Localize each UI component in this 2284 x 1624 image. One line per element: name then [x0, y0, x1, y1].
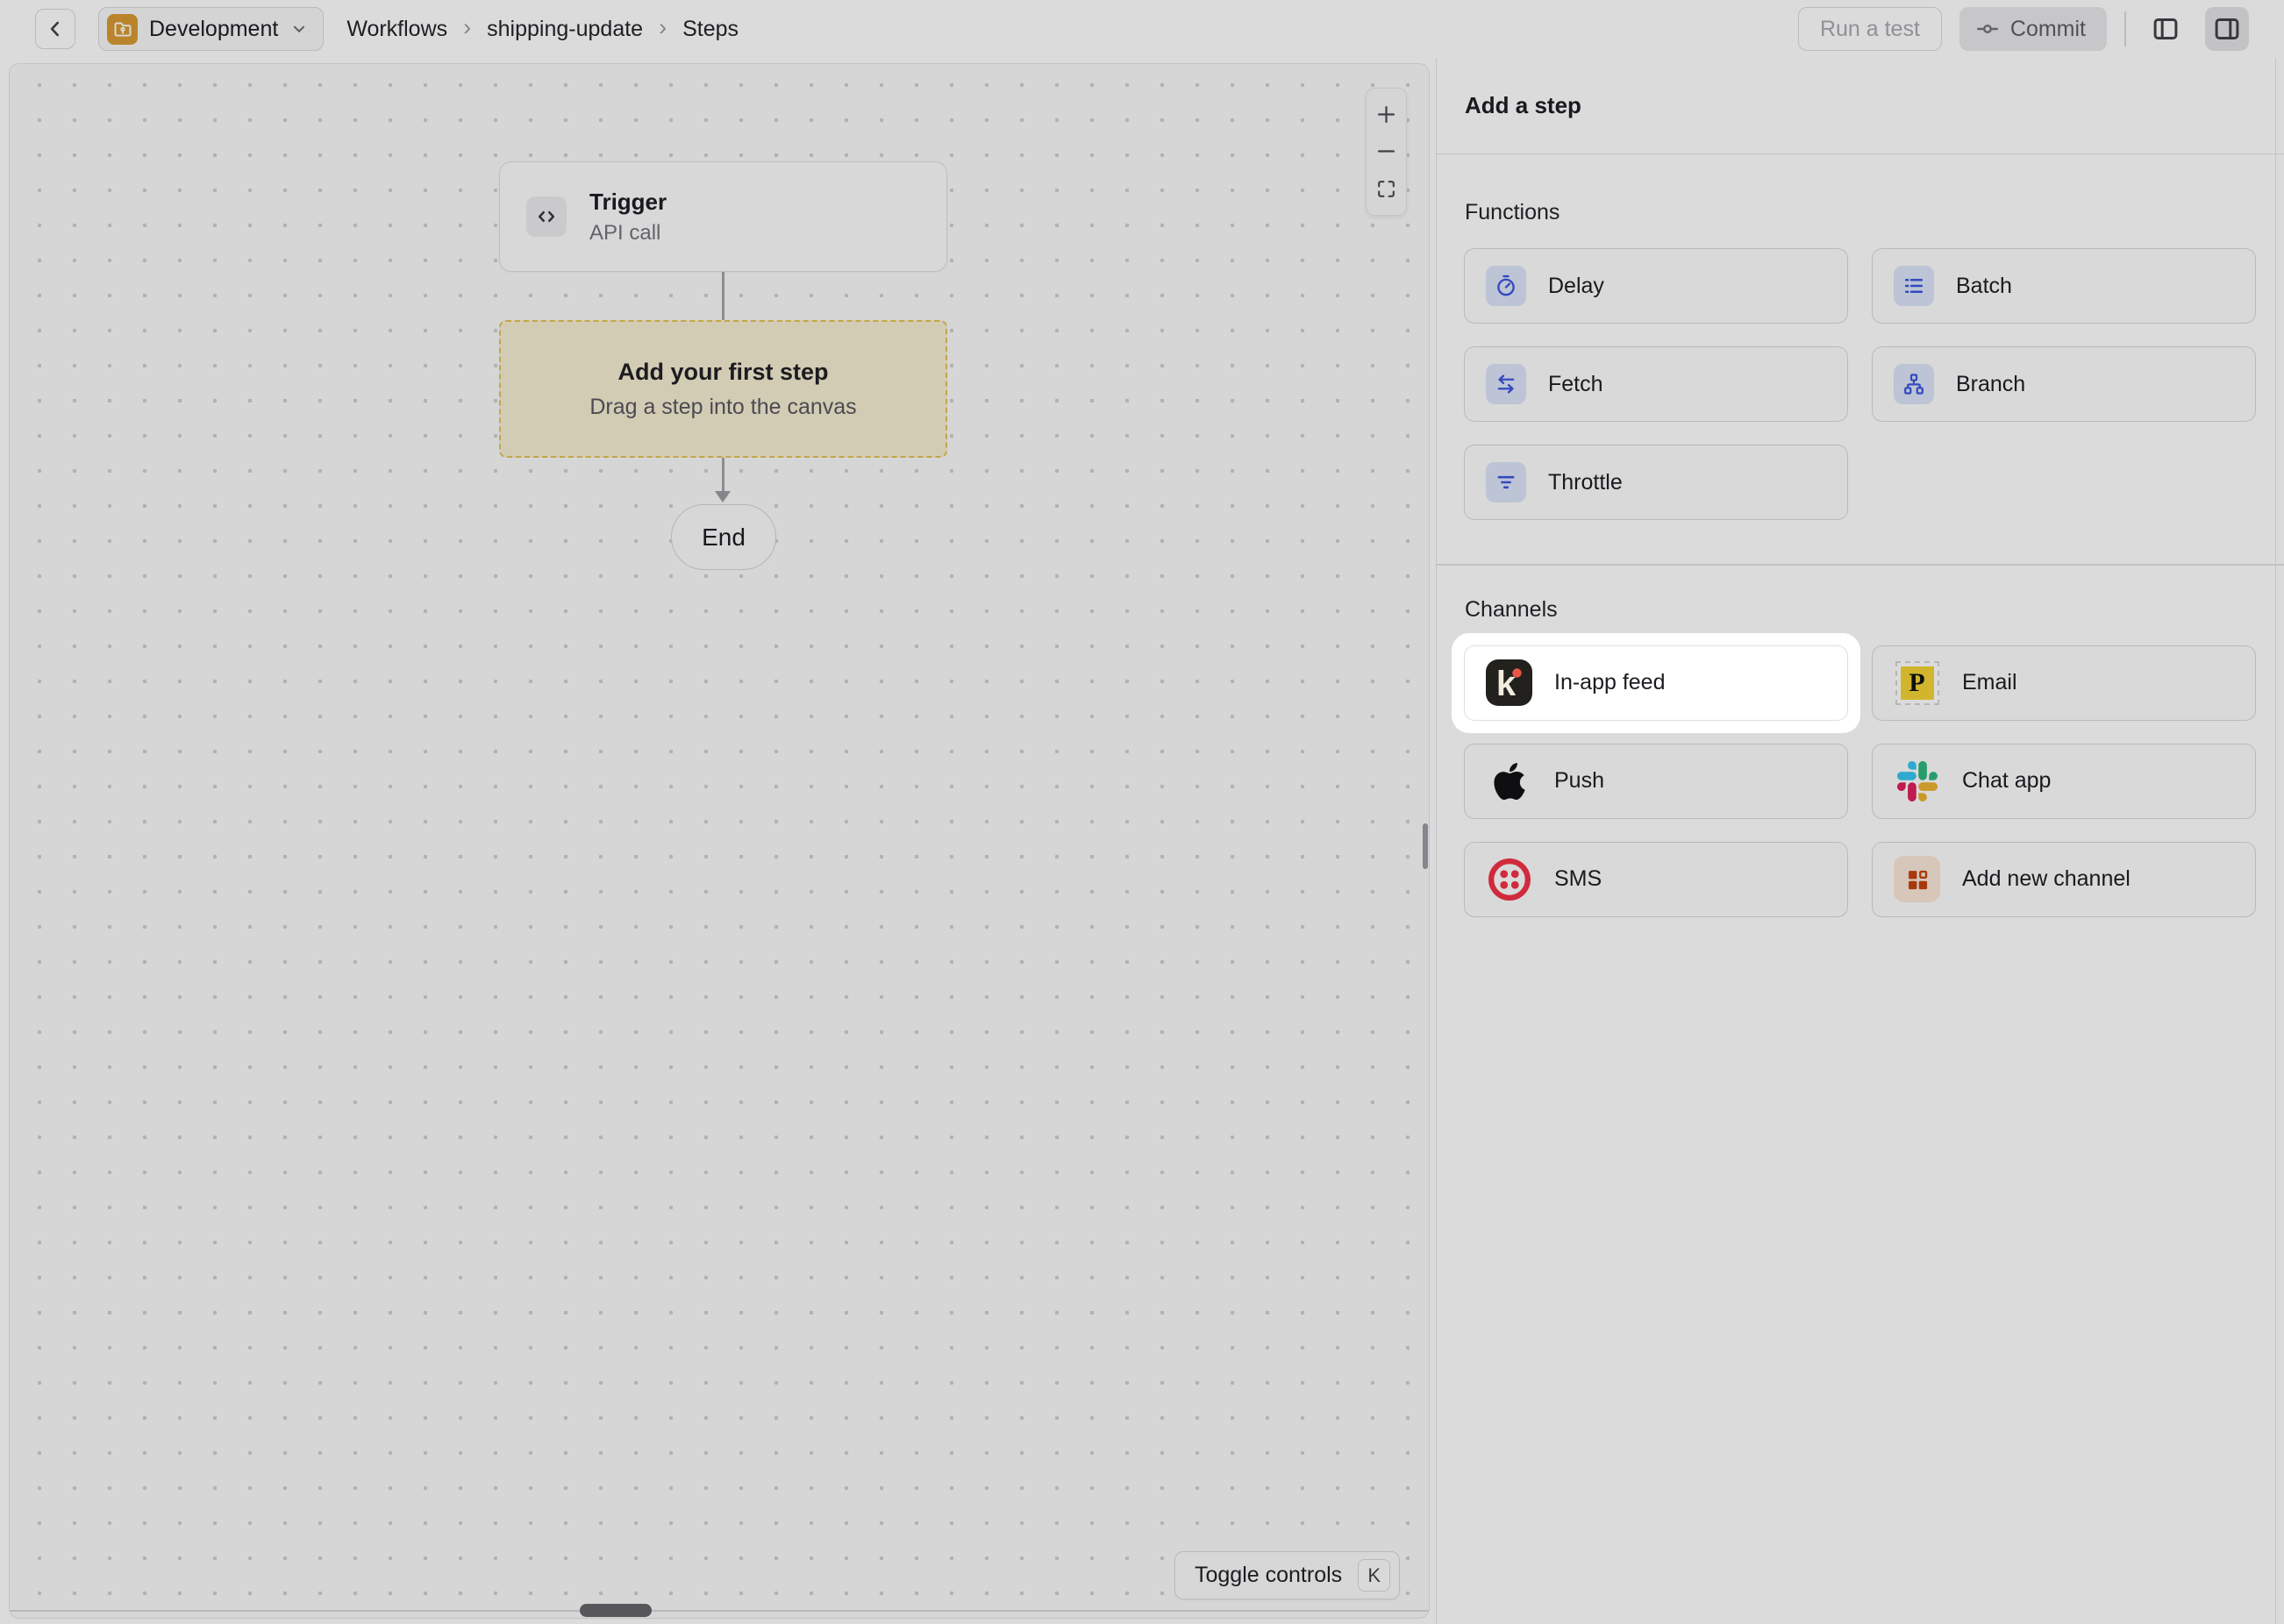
hierarchy-icon — [1894, 364, 1934, 404]
slack-logo-icon — [1894, 758, 1940, 804]
panel-header: Add a step — [1437, 58, 2284, 154]
twilio-logo-icon — [1486, 856, 1532, 902]
dropzone-title: Add your first step — [617, 359, 828, 386]
environment-label: Development — [149, 17, 278, 42]
zoom-in-button[interactable] — [1369, 96, 1404, 132]
toggle-controls-label: Toggle controls — [1195, 1563, 1342, 1588]
function-card-branch[interactable]: Branch — [1872, 346, 2256, 422]
channel-card-in-app-feed[interactable]: k In-app feed — [1464, 645, 1848, 721]
swap-arrows-icon — [1486, 364, 1526, 404]
zoom-controls — [1366, 88, 1407, 216]
horizontal-scrollbar-thumb[interactable] — [580, 1604, 652, 1617]
edge-connector — [722, 458, 724, 495]
section-divider — [1437, 564, 2284, 566]
add-grid-icon — [1894, 856, 1940, 902]
top-bar: Development Workflows › shipping-update … — [0, 0, 2284, 58]
keyboard-shortcut-badge: K — [1358, 1559, 1390, 1592]
function-card-label: Batch — [1956, 274, 2012, 299]
breadcrumb-separator: › — [659, 14, 667, 41]
toggle-controls-button[interactable]: Toggle controls K — [1174, 1551, 1400, 1599]
environment-selector[interactable]: Development — [98, 7, 324, 51]
channel-card-push[interactable]: Push — [1464, 744, 1848, 819]
maximize-icon — [1375, 178, 1397, 200]
trigger-node-title: Trigger — [589, 189, 667, 216]
channel-card-label: SMS — [1554, 866, 1602, 892]
panel-scrollbar-gutter — [2275, 58, 2277, 1624]
panel-title: Add a step — [1465, 92, 1581, 119]
end-node[interactable]: End — [671, 504, 776, 570]
channel-card-label: Push — [1554, 768, 1604, 794]
function-card-fetch[interactable]: Fetch — [1464, 346, 1848, 422]
horizontal-scrollbar-track — [10, 1610, 1429, 1612]
breadcrumb-separator: › — [463, 14, 471, 41]
git-commit-icon — [1975, 17, 2000, 41]
breadcrumb-steps[interactable]: Steps — [682, 17, 739, 42]
channel-card-add-new[interactable]: Add new channel — [1872, 842, 2256, 917]
environment-folder-icon — [107, 14, 138, 45]
plus-icon — [1374, 103, 1398, 126]
minus-icon — [1374, 139, 1398, 163]
knock-logo-icon: k — [1486, 659, 1532, 706]
edge-connector — [722, 272, 724, 320]
function-card-label: Delay — [1548, 274, 1604, 299]
function-card-throttle[interactable]: Throttle — [1464, 445, 1848, 520]
channels-grid: k In-app feed P Email Push Chat app — [1437, 623, 2284, 917]
channel-card-label: In-app feed — [1554, 670, 1666, 695]
workflow-canvas[interactable]: Trigger API call Add your first step Dra… — [9, 63, 1430, 1619]
breadcrumb: Workflows › shipping-update › Steps — [346, 16, 739, 43]
vertical-scrollbar-thumb[interactable] — [1423, 823, 1428, 869]
trigger-node-subtitle: API call — [589, 221, 667, 246]
apple-logo-icon — [1486, 758, 1532, 804]
stopwatch-icon — [1486, 266, 1526, 306]
function-card-label: Fetch — [1548, 372, 1603, 397]
chevron-left-icon — [44, 18, 67, 40]
channel-card-sms[interactable]: SMS — [1464, 842, 1848, 917]
top-bar-actions: Run a test Commit — [1798, 7, 2249, 51]
channel-card-label: Chat app — [1962, 768, 2051, 794]
back-button[interactable] — [35, 9, 75, 49]
panel-left-icon — [2151, 14, 2181, 44]
zoom-out-button[interactable] — [1369, 134, 1404, 169]
channel-card-email[interactable]: P Email — [1872, 645, 2256, 721]
list-icon — [1894, 266, 1934, 306]
commit-button[interactable]: Commit — [1959, 7, 2107, 51]
run-test-button[interactable]: Run a test — [1798, 7, 1942, 51]
functions-section-label: Functions — [1437, 200, 2284, 225]
spotlight-highlight: k In-app feed — [1464, 645, 1848, 721]
panel-right-icon — [2212, 14, 2242, 44]
toggle-left-panel-button[interactable] — [2144, 7, 2188, 51]
function-card-label: Throttle — [1548, 470, 1623, 495]
function-card-delay[interactable]: Delay — [1464, 248, 1848, 324]
channel-card-chat-app[interactable]: Chat app — [1872, 744, 2256, 819]
toggle-right-panel-button[interactable] — [2205, 7, 2249, 51]
fit-view-button[interactable] — [1369, 172, 1404, 207]
toolbar-divider — [2124, 11, 2126, 46]
dropzone-subtitle: Drag a step into the canvas — [589, 395, 856, 420]
function-card-batch[interactable]: Batch — [1872, 248, 2256, 324]
code-icon — [526, 196, 567, 237]
channel-card-label: Add new channel — [1962, 866, 2131, 892]
channels-section-label: Channels — [1437, 597, 2284, 623]
functions-grid: Delay Batch Fetch Branch Throttle — [1437, 225, 2284, 520]
chevron-down-icon — [289, 19, 309, 39]
function-card-label: Branch — [1956, 372, 2025, 397]
add-step-panel: Add a step Functions Delay Batch Fetch — [1436, 58, 2284, 1624]
postmark-p-glyph: P — [1901, 666, 1934, 700]
funnel-icon — [1486, 462, 1526, 502]
breadcrumb-workflow-name[interactable]: shipping-update — [487, 17, 643, 42]
channel-card-label: Email — [1962, 670, 2017, 695]
postmark-logo-icon: P — [1894, 659, 1940, 706]
commit-button-label: Commit — [2010, 17, 2086, 42]
edge-arrowhead-icon — [715, 491, 731, 502]
trigger-node[interactable]: Trigger API call — [499, 161, 947, 272]
add-first-step-dropzone[interactable]: Add your first step Drag a step into the… — [499, 320, 947, 458]
breadcrumb-workflows[interactable]: Workflows — [346, 17, 447, 42]
